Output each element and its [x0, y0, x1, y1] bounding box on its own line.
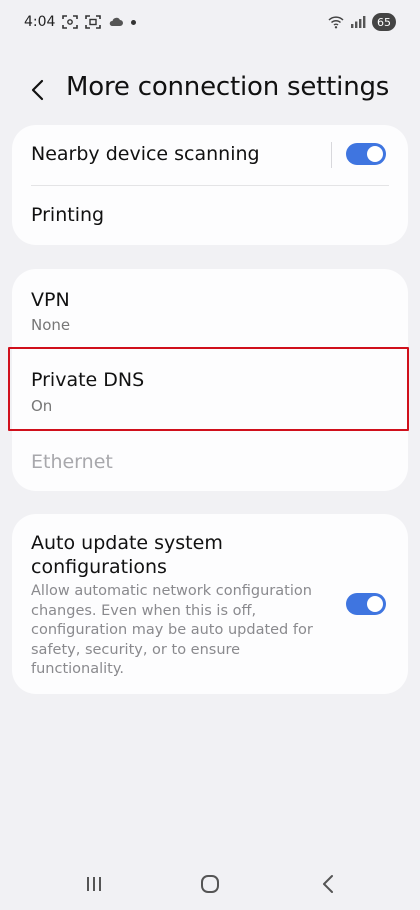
- back-nav-button[interactable]: [308, 872, 348, 896]
- printing-label: Printing: [31, 204, 105, 226]
- wifi-icon: [328, 15, 344, 29]
- screenshot-icon: [62, 15, 79, 29]
- nearby-device-scanning-label: Nearby device scanning: [31, 143, 260, 165]
- auto-update-toggle[interactable]: [346, 593, 386, 615]
- home-icon: [201, 875, 219, 893]
- vpn-row[interactable]: VPN None: [12, 269, 408, 347]
- status-time: 4:04: [24, 14, 56, 30]
- nearby-device-scanning-row[interactable]: Nearby device scanning: [12, 125, 408, 185]
- cloud-icon: [108, 15, 124, 29]
- toggle-knob: [367, 596, 383, 612]
- settings-card-auto-update: Auto update system configurations Allow …: [12, 514, 408, 694]
- ethernet-label: Ethernet: [31, 451, 113, 473]
- status-right: 65: [328, 13, 396, 31]
- settings-card-connectivity: Nearby device scanning Printing: [12, 125, 408, 245]
- toggle-divider: [331, 142, 332, 168]
- status-left: 4:04: [24, 14, 137, 30]
- auto-update-row[interactable]: Auto update system configurations Allow …: [12, 514, 408, 694]
- home-button[interactable]: [190, 872, 230, 896]
- page-title: More connection settings: [66, 72, 390, 102]
- private-dns-highlight: [8, 347, 409, 431]
- back-nav-icon: [323, 875, 333, 893]
- notification-dot-icon: [131, 19, 137, 25]
- signal-icon: [350, 15, 366, 29]
- screen-record-icon: [85, 15, 102, 29]
- vpn-label: VPN: [31, 289, 70, 311]
- battery-icon: 65: [372, 13, 396, 31]
- chevron-left-icon: [31, 79, 44, 101]
- ethernet-row: Ethernet: [12, 431, 408, 491]
- app-header: More connection settings: [0, 62, 420, 118]
- auto-update-description: Allow automatic network configuration ch…: [31, 583, 313, 677]
- navigation-bar: [0, 858, 420, 910]
- recents-icon: [87, 877, 101, 891]
- back-button[interactable]: [22, 74, 54, 106]
- auto-update-label-line2: configurations: [31, 556, 167, 578]
- toggle-knob: [367, 146, 383, 162]
- vpn-value: None: [31, 316, 71, 334]
- printing-row[interactable]: Printing: [12, 186, 408, 245]
- auto-update-label-line1: Auto update system: [31, 532, 223, 554]
- status-bar: 4:04 65: [0, 0, 420, 44]
- recents-button[interactable]: [74, 872, 114, 896]
- nearby-device-scanning-toggle[interactable]: [346, 143, 386, 165]
